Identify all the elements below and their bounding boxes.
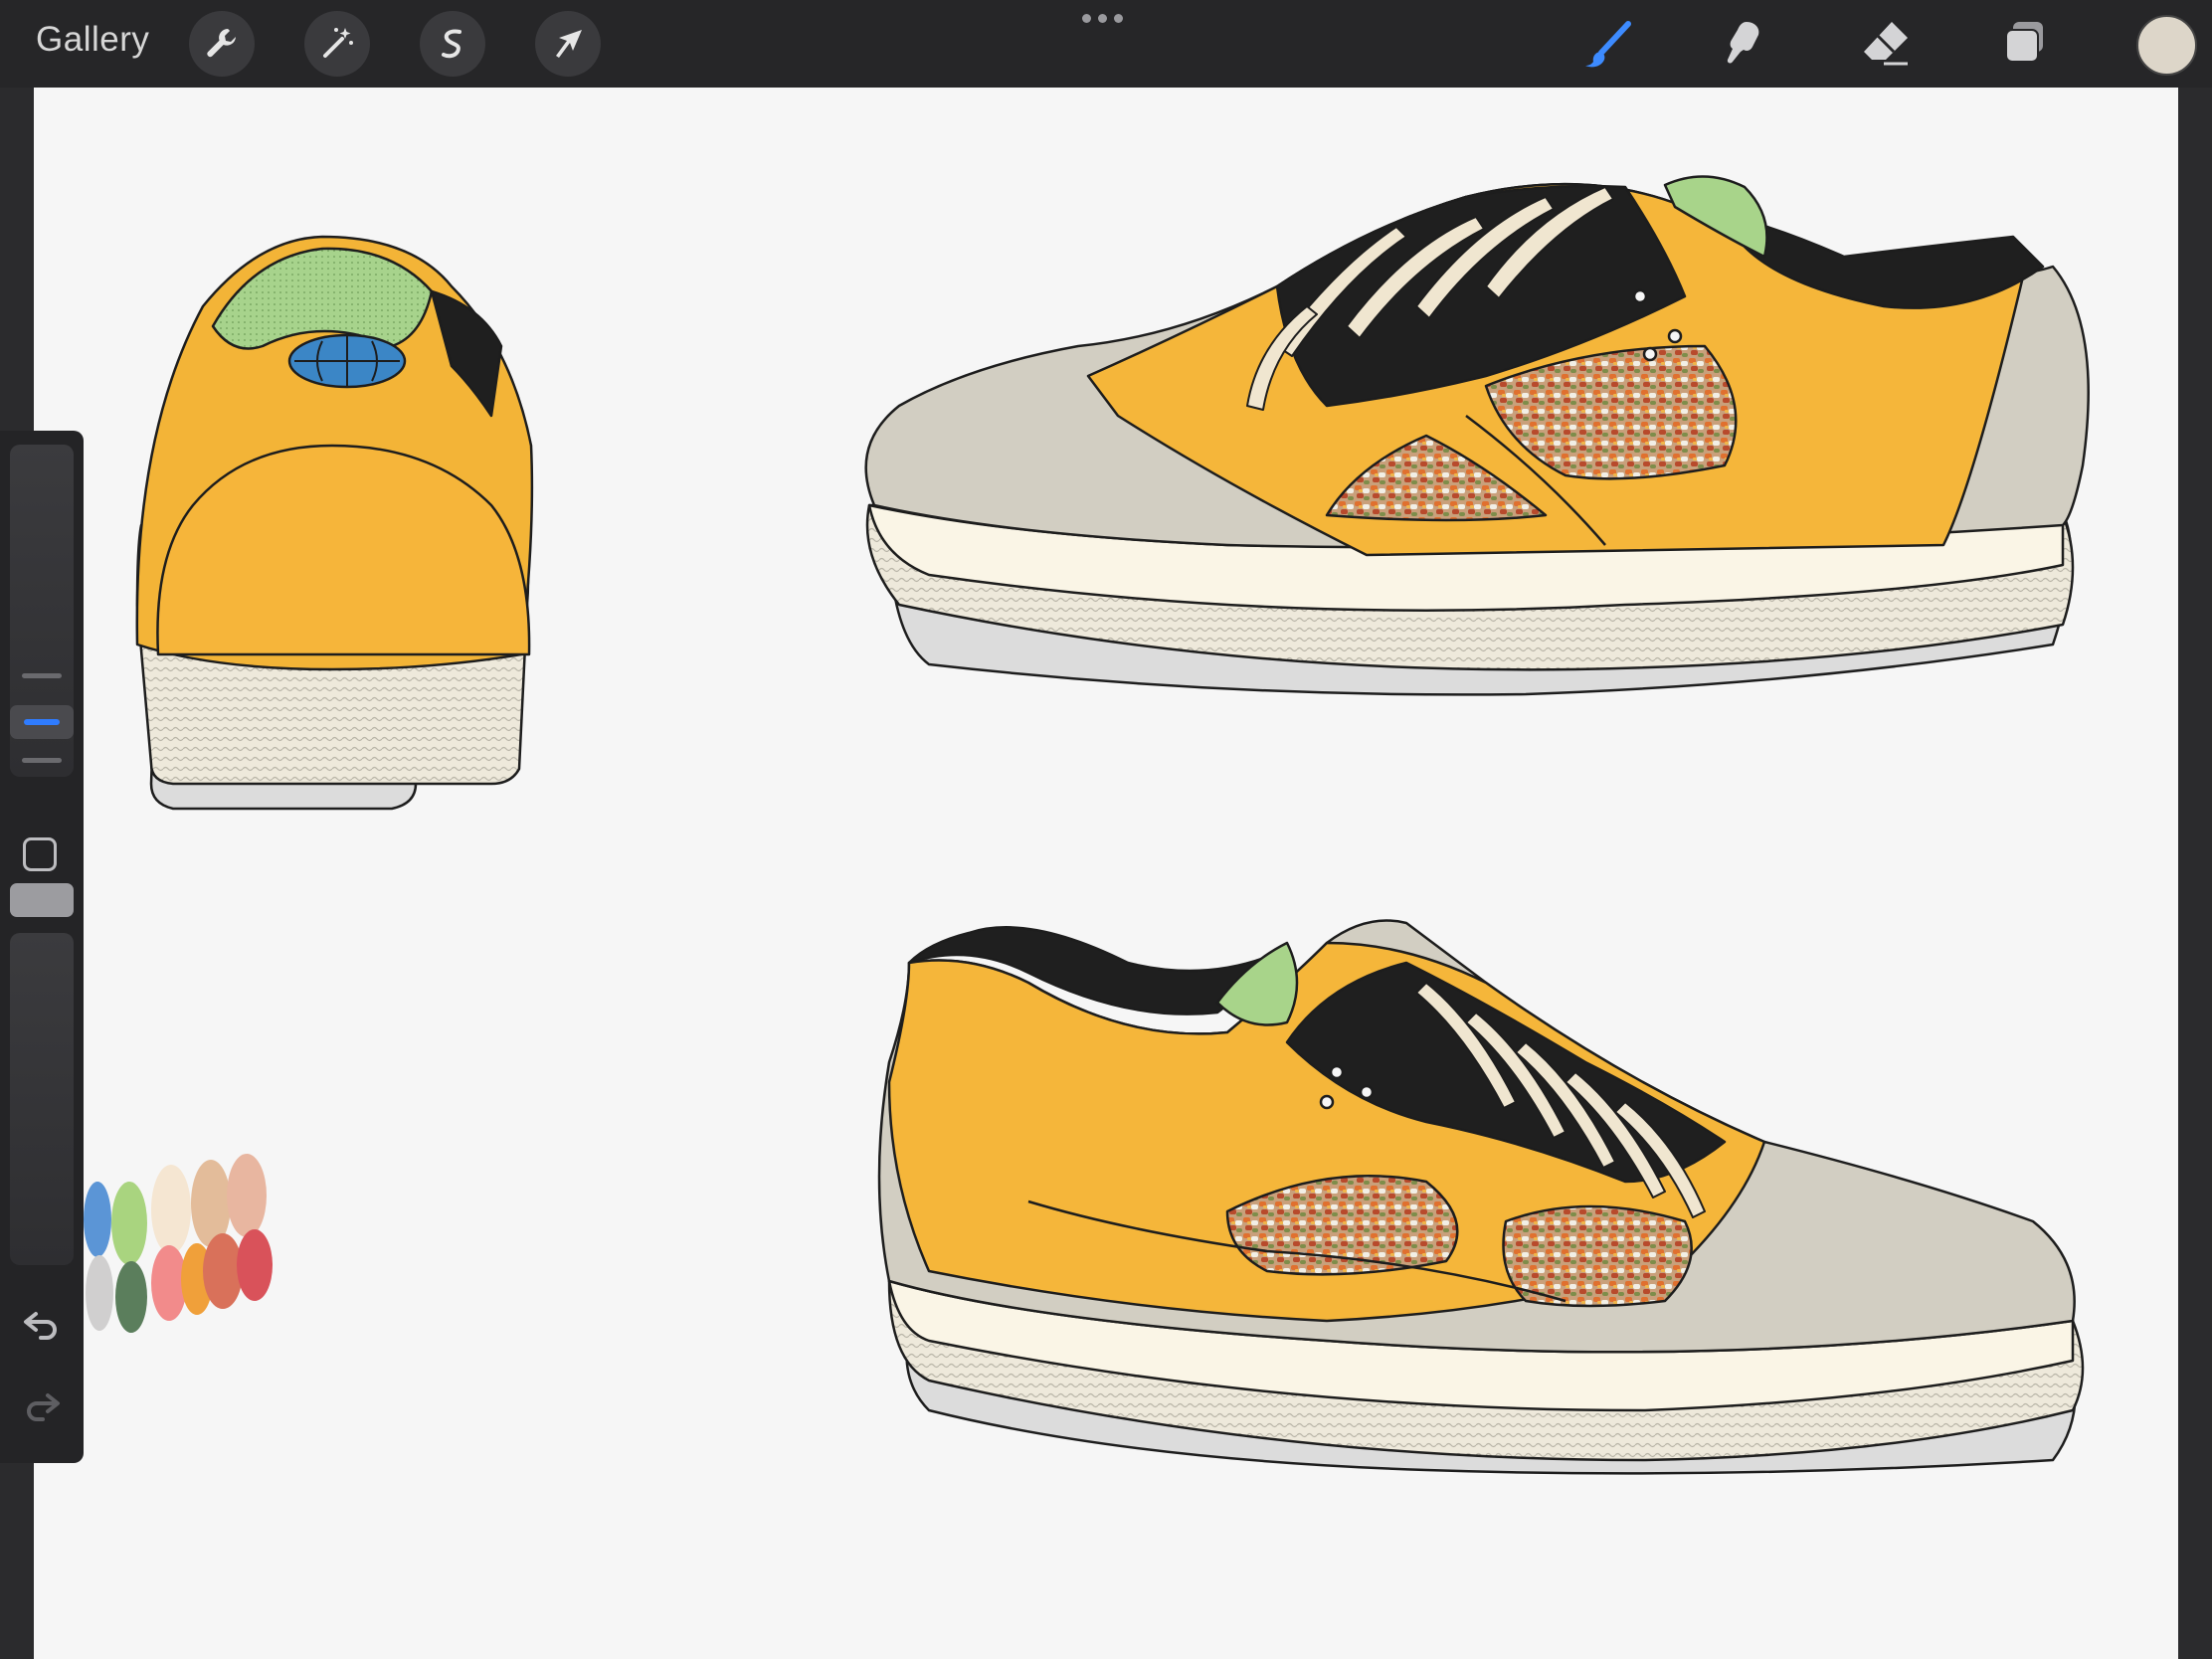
layers-button[interactable] — [1993, 12, 2057, 76]
brush-button[interactable] — [1577, 12, 1641, 76]
magic-wand-icon — [323, 28, 353, 58]
layers-icon — [2005, 22, 2043, 63]
left-sidebar — [0, 431, 84, 1463]
drawing-canvas[interactable] — [34, 88, 2178, 1659]
brush-size-slider[interactable] — [10, 445, 74, 777]
slider-tick — [22, 758, 62, 763]
sneaker-artwork — [84, 175, 2090, 1475]
eraser-button[interactable] — [1854, 12, 1918, 76]
selection-icon — [442, 29, 461, 59]
top-toolbar: Gallery — [0, 0, 2212, 88]
palette-swatches — [84, 1154, 273, 1333]
slider-tick — [22, 673, 62, 678]
transform-arrow-icon — [556, 30, 582, 58]
gallery-button[interactable]: Gallery — [36, 20, 149, 60]
shoe-side-view-bottom — [877, 919, 2085, 1475]
adjustments-button[interactable] — [304, 11, 370, 77]
undo-icon[interactable] — [22, 1306, 62, 1347]
selection-button[interactable] — [420, 11, 485, 77]
more-options-icon[interactable] — [1082, 14, 1123, 23]
brush-size-handle[interactable] — [10, 705, 74, 739]
opacity-slider[interactable] — [10, 883, 74, 1265]
shoe-side-view-top — [864, 175, 2090, 696]
square-modifier-icon[interactable] — [23, 837, 57, 871]
color-picker-swatch[interactable] — [2136, 15, 2197, 76]
transform-button[interactable] — [535, 11, 601, 77]
smudge-icon — [1727, 22, 1759, 64]
actions-button[interactable] — [189, 11, 255, 77]
redo-icon[interactable] — [22, 1387, 62, 1428]
brush-icon — [1585, 21, 1631, 68]
eraser-icon — [1864, 22, 1908, 66]
wrench-icon — [207, 29, 236, 58]
opacity-handle[interactable] — [10, 883, 74, 917]
smudge-button[interactable] — [1713, 12, 1776, 76]
shoe-back-view — [135, 235, 534, 811]
